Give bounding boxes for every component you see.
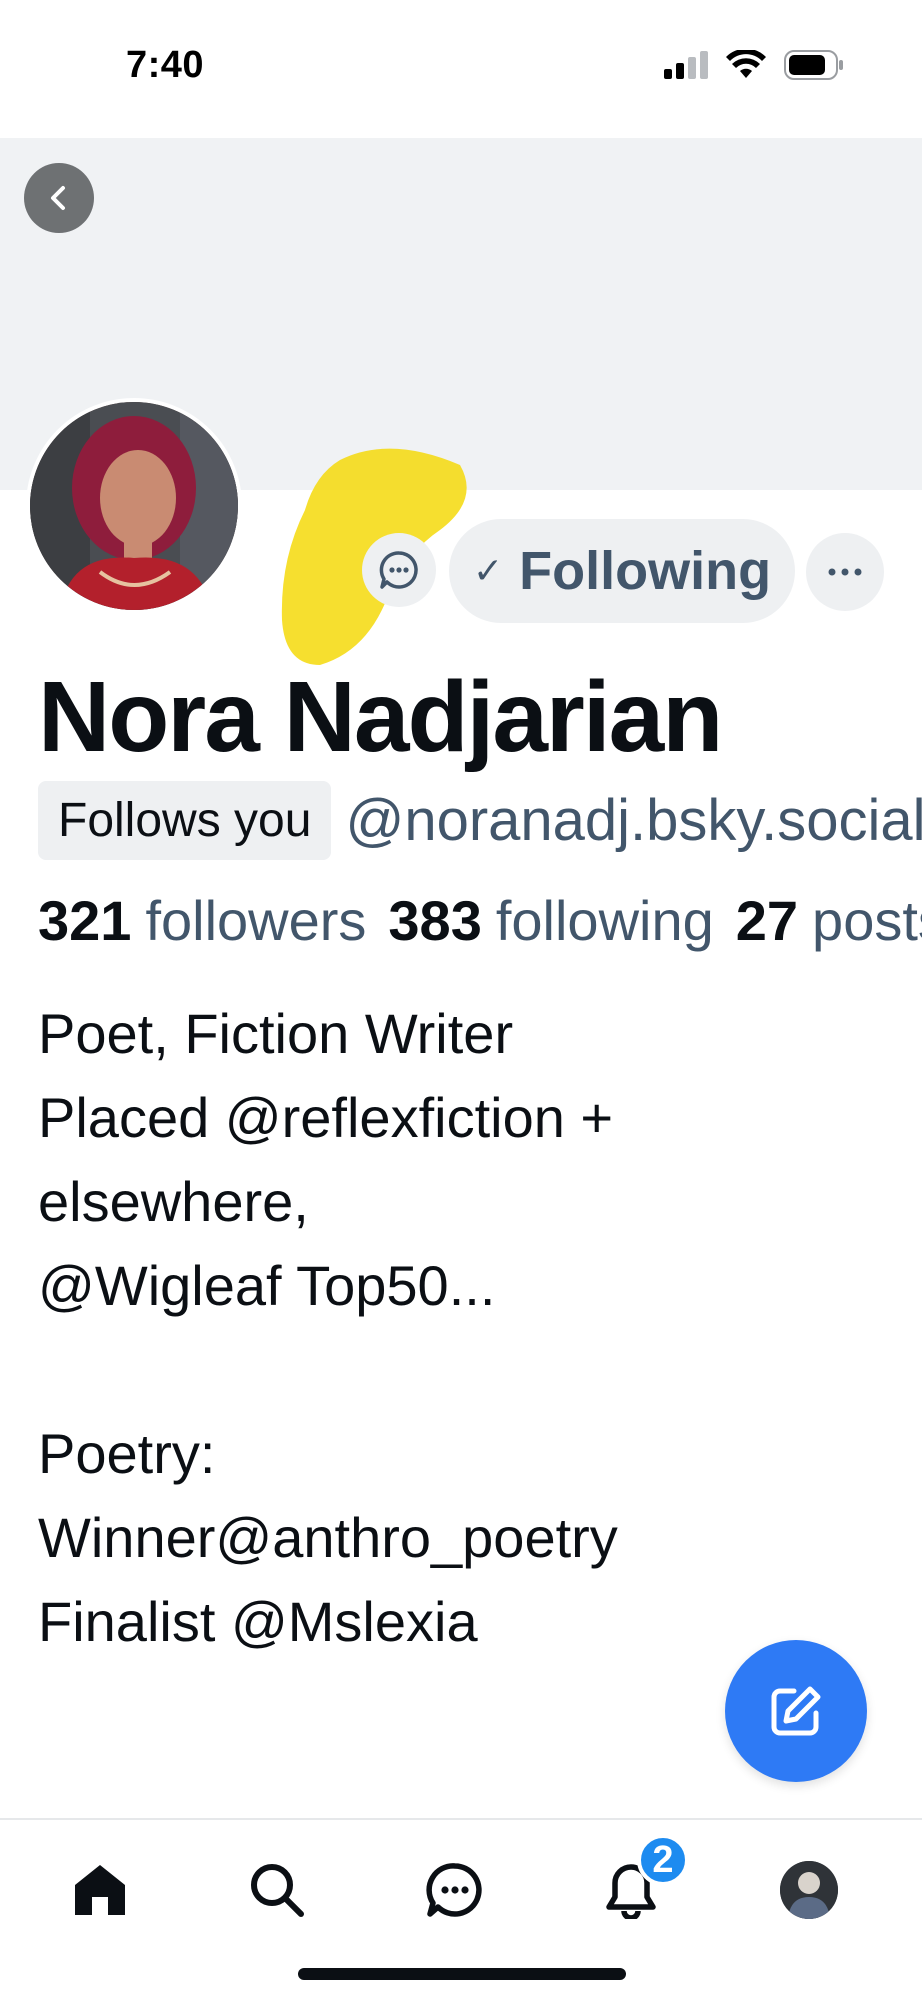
following-button-label: Following [519, 541, 772, 601]
follows-you-badge: Follows you [38, 780, 332, 860]
tab-home[interactable] [60, 1850, 140, 1930]
bio-line: Finalist @Mslexia [38, 1590, 478, 1653]
profile-avatar-icon [780, 1861, 838, 1919]
chat-icon [426, 1863, 482, 1917]
posts-label: posts [812, 888, 922, 952]
back-button[interactable] [24, 163, 94, 233]
bio-line: Poetry: [38, 1422, 216, 1485]
following-button[interactable]: ✓ Following [449, 519, 795, 623]
profile-stats: 321 followers 383 following 27 posts [38, 882, 922, 958]
followers-link[interactable]: followers [145, 888, 366, 953]
tab-chat[interactable] [415, 1850, 495, 1930]
message-button[interactable] [362, 533, 436, 607]
profile-avatar[interactable] [26, 398, 242, 614]
bio-line: Winner@anthro_poetry [38, 1506, 618, 1569]
following-link[interactable]: following [496, 888, 714, 953]
bio-line [38, 1328, 858, 1412]
display-name: Nora Nadjarian [38, 661, 723, 773]
wifi-icon [726, 50, 766, 78]
bio-line: Placed @reflexfiction + [38, 1086, 614, 1149]
handle-row: Follows you @noranadj.bsky.social [38, 778, 922, 862]
signal-icon [664, 51, 708, 79]
status-icons [664, 50, 844, 80]
bio-line: Poet, Fiction Writer [38, 1002, 514, 1065]
tab-profile[interactable] [769, 1850, 849, 1930]
battery-icon [784, 50, 843, 80]
checkmark-icon: ✓ [472, 550, 504, 591]
status-time: 7:40 [126, 44, 205, 86]
status-bar: 7:40 [0, 0, 922, 138]
home-indicator [298, 1968, 626, 1980]
bio-line: elsewhere, [38, 1170, 309, 1233]
following-count[interactable]: 383 [388, 888, 481, 953]
notifications-badge: 2 [637, 1834, 689, 1886]
compose-icon [771, 1686, 821, 1736]
followers-count[interactable]: 321 [38, 888, 131, 953]
tab-notifications[interactable]: 2 [591, 1834, 689, 1930]
ellipsis-icon [828, 568, 862, 576]
posts-count: 27 [735, 888, 799, 952]
avatar-photo [30, 402, 238, 610]
more-options-button[interactable] [806, 533, 884, 611]
search-icon [251, 1864, 304, 1917]
chevron-left-icon [51, 186, 65, 210]
compose-button[interactable] [725, 1640, 867, 1782]
chat-bubble-icon [379, 551, 418, 589]
home-icon [75, 1865, 125, 1915]
profile-bio: Poet, Fiction Writer Placed @reflexficti… [38, 992, 858, 1664]
bio-line: @Wigleaf Top50... [38, 1254, 496, 1317]
tab-search[interactable] [237, 1850, 317, 1930]
profile-handle: @noranadj.bsky.social [345, 787, 922, 853]
